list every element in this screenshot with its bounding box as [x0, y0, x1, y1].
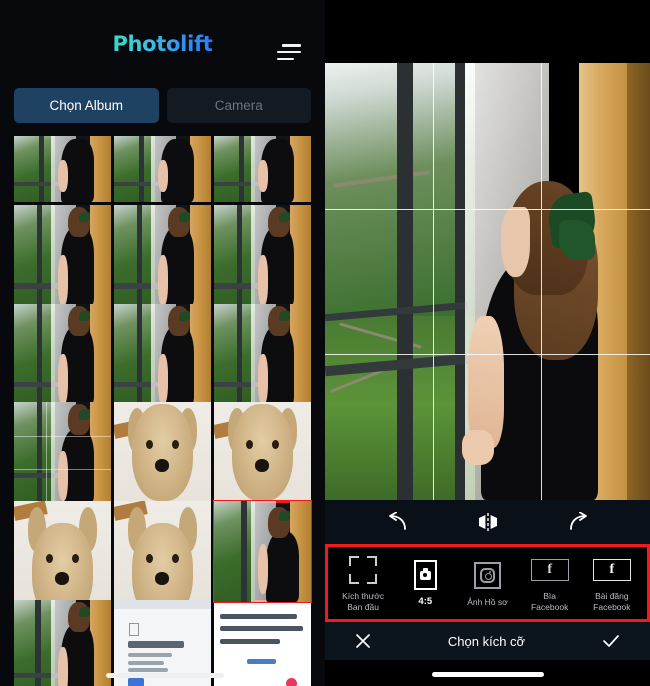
- thumbnail-4[interactable]: [14, 204, 111, 306]
- sort-lines-icon[interactable]: [277, 44, 301, 60]
- thumbnail-13[interactable]: [14, 501, 111, 603]
- gallery-scrollbar[interactable]: [106, 673, 224, 678]
- crop-grid-line-h2: [325, 354, 650, 356]
- editor-photo: [325, 63, 650, 500]
- facebook-post-icon: f: [592, 553, 631, 587]
- crop-preset-facebook-cover[interactable]: f Bìa Facebook: [520, 553, 580, 612]
- crop-preview[interactable]: [325, 63, 650, 500]
- thumbnail-2[interactable]: [114, 136, 211, 202]
- confirm-title: Chọn kích cỡ: [447, 633, 526, 649]
- crop-preset-facebook-cover-label-1: Bìa: [543, 591, 557, 602]
- thumbnail-14[interactable]: [114, 501, 211, 603]
- app-header: Photolift: [0, 0, 325, 88]
- crop-grid-line-h1: [325, 208, 650, 210]
- app-logo: Photolift: [112, 32, 213, 56]
- gallery-screen: Photolift Chọn Album Camera: [0, 0, 325, 686]
- transform-toolbar: [325, 500, 650, 544]
- crop-preset-facebook-post-label-2: Facebook: [593, 602, 631, 612]
- thumbnail-1[interactable]: [14, 136, 111, 202]
- crop-preset-original-label-1: Kích thước: [342, 591, 385, 602]
- close-x-icon[interactable]: [355, 633, 371, 649]
- instagram-icon: [473, 559, 501, 593]
- thumbnail-7[interactable]: [14, 303, 111, 405]
- crop-preset-facebook-post[interactable]: f Bài đăng Facebook: [582, 553, 642, 612]
- crop-grid-line-v1: [433, 63, 435, 500]
- thumbnail-8[interactable]: [114, 303, 211, 405]
- thumbnail-10[interactable]: [14, 402, 111, 504]
- status-bar-spacer: [325, 0, 650, 63]
- thumbnail-9[interactable]: [214, 303, 311, 405]
- crop-preset-facebook-cover-label-2: Facebook: [530, 602, 569, 612]
- thumbnail-16[interactable]: [14, 600, 111, 686]
- crop-preset-original-label-2: Ban đầu: [347, 602, 379, 612]
- flip-horizontal-icon[interactable]: [477, 512, 499, 532]
- facebook-cover-icon: f: [530, 553, 569, 587]
- thumbnail-11[interactable]: [114, 402, 211, 504]
- thumbnail-6[interactable]: [214, 204, 311, 306]
- tab-chon-album[interactable]: Chọn Album: [14, 88, 159, 123]
- source-tabs: Chọn Album Camera: [0, 88, 325, 123]
- thumbnail-15-selected[interactable]: [213, 500, 312, 604]
- camera-portrait-icon: [413, 558, 437, 592]
- tab-camera[interactable]: Camera: [166, 88, 311, 123]
- crop-preset-original[interactable]: Kích thước Ban đầu: [333, 553, 393, 612]
- check-icon[interactable]: [602, 633, 620, 649]
- crop-grid-line-v2: [541, 63, 543, 500]
- thumbnail-3[interactable]: [214, 136, 311, 202]
- crop-editor-screen: Kích thước Ban đầu 4:5 Ảnh Hồ sơ f Bìa F…: [325, 0, 650, 686]
- thumbnail-12[interactable]: [214, 402, 311, 504]
- home-indicator: [431, 672, 544, 677]
- crop-preset-profile-photo[interactable]: Ảnh Hồ sơ: [457, 559, 517, 608]
- crop-corners-icon: [349, 553, 378, 587]
- confirm-toolbar: Chọn kích cỡ: [325, 622, 650, 660]
- thumbnail-5[interactable]: [114, 204, 211, 306]
- redo-arrow-icon[interactable]: [567, 512, 589, 532]
- crop-preset-4-5-label: 4:5: [418, 596, 433, 608]
- home-indicator-area: [325, 660, 650, 686]
- crop-presets-strip: Kích thước Ban đầu 4:5 Ảnh Hồ sơ f Bìa F…: [325, 544, 650, 622]
- dual-screenshot-container: Photolift Chọn Album Camera Kích thước B…: [0, 0, 650, 686]
- crop-preset-4-5[interactable]: 4:5: [395, 558, 455, 608]
- crop-preset-profile-photo-label: Ảnh Hồ sơ: [467, 596, 508, 607]
- photo-grid: [0, 136, 325, 686]
- thumbnail-18[interactable]: [214, 600, 311, 686]
- crop-preset-facebook-post-label-1: Bài đăng: [595, 591, 629, 602]
- undo-arrow-icon[interactable]: [387, 512, 409, 532]
